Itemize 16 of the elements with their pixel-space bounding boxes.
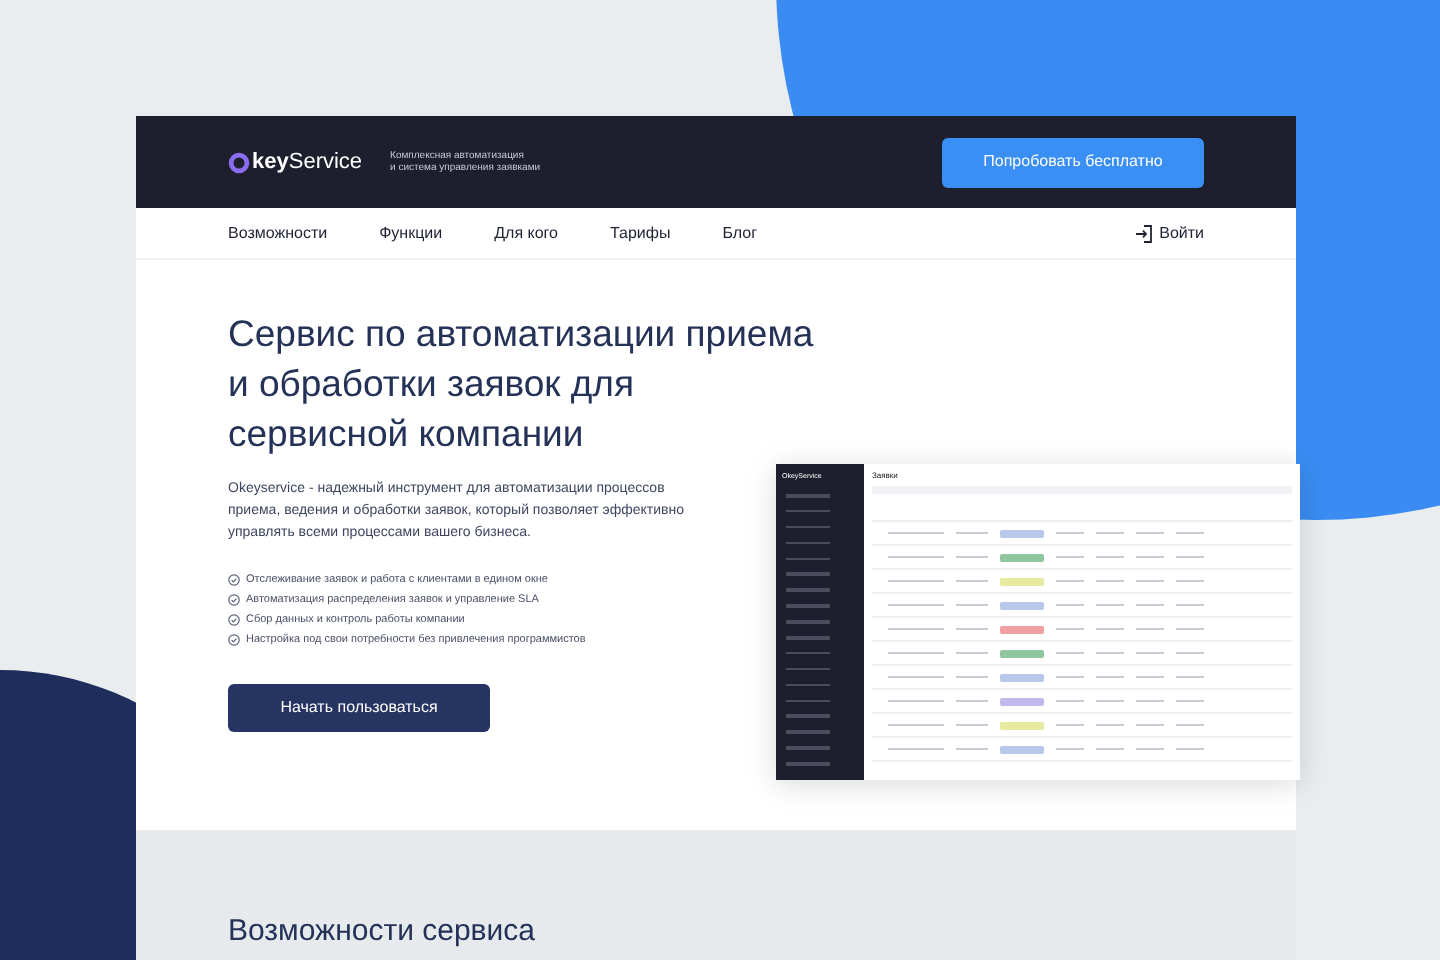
check-circle-icon [228,614,240,626]
nav-link[interactable]: Функции [379,221,443,245]
check-circle-icon [228,634,240,646]
check-circle-icon [228,574,240,586]
check-circle-icon [228,594,240,606]
nav-link[interactable]: Возможности [228,221,328,245]
start-button[interactable]: Начать пользоваться [228,684,490,732]
hero-title: Сервис по автоматизации приема и обработки заявок для сервисной компании [228,310,816,458]
nav-link[interactable]: Тарифы [609,221,671,245]
login-link[interactable]: Войти [1133,221,1204,245]
section-title: Возможности сервиса [228,912,537,952]
login-icon [1133,223,1154,243]
logo-text: keyService [252,147,363,178]
logo-icon [228,151,250,173]
nav-link[interactable]: Для кого [494,221,558,245]
nav-link[interactable]: Блог [722,221,758,245]
